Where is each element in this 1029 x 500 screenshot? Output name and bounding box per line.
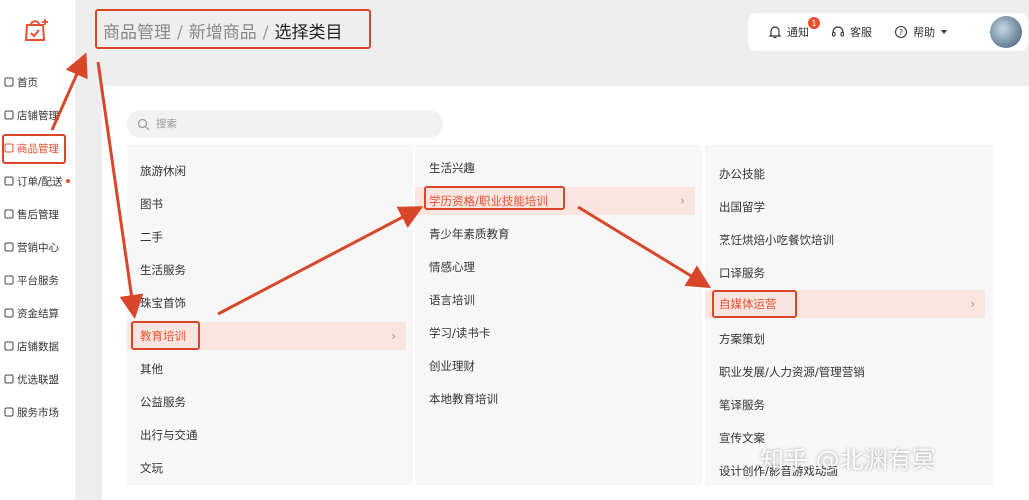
watermark: 知乎 @北渊有冥 — [760, 446, 936, 474]
arrow-to-level2 — [217, 206, 424, 316]
annotation-arrows — [50, 52, 712, 319]
arrow-to-education — [96, 61, 144, 319]
arrow-sidebar-to-breadcrumb — [50, 52, 88, 131]
arrow-to-level3 — [577, 205, 712, 289]
